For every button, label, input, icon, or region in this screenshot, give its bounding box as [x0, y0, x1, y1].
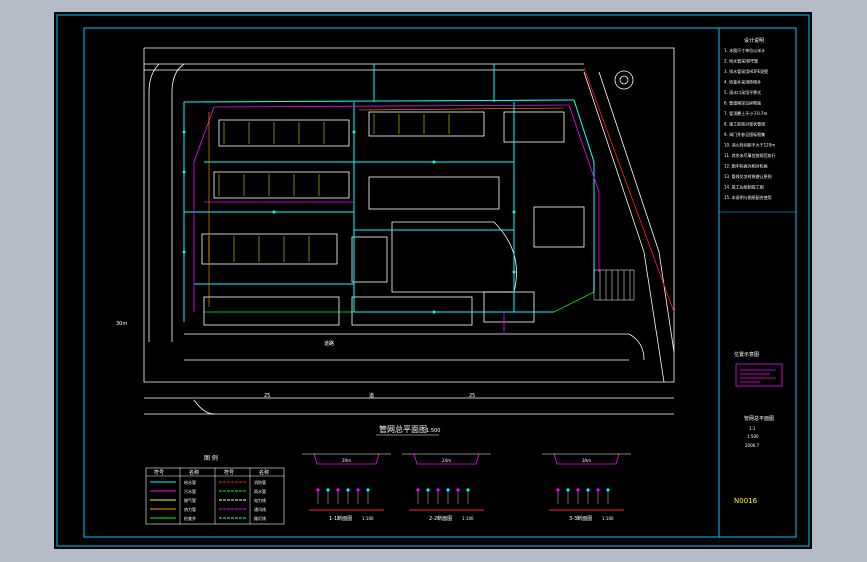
section-scale: 1:100: [362, 516, 374, 521]
legend-name: 路灯线: [254, 515, 266, 521]
legend-name: 燃气管: [184, 497, 196, 503]
legend-name: 雨水管: [254, 488, 266, 494]
outer-frame: [56, 14, 810, 547]
boundary-line: [583, 67, 675, 313]
legend-rows: 给水管 消防管污水管 雨水管燃气管 电力线热力管 通讯线检查井 路灯线: [150, 479, 266, 521]
road-label-3: 25: [264, 393, 270, 399]
road-label-1: 30m: [116, 321, 127, 327]
legend-header: 符号: [224, 469, 234, 476]
note-line: 13. 管线交叉时按避让原则: [724, 173, 772, 179]
legend-name: 检查井: [184, 515, 196, 521]
inner-frame: [83, 27, 797, 538]
pipe-marker: [466, 488, 470, 492]
note-line: 5. 雨水口采用平箅式: [724, 89, 761, 95]
pipe-marker: [366, 488, 370, 492]
note-line: 15. 本说明与图纸配合使用: [724, 194, 772, 200]
pipe-marker: [436, 488, 440, 492]
note-line: 4. 检查井采用砖砌井: [724, 79, 761, 85]
parking-lot: [593, 269, 635, 301]
gas-network: [208, 107, 565, 307]
note-line: 1. 本图尺寸单位以米计: [724, 47, 765, 53]
drawing-sheet: 30m 道路 25 道 25 管网总平面图 1:500 图 例 符号 名称 符号…: [54, 12, 812, 549]
note-line: 14. 竣工后绘制竣工图: [724, 184, 764, 190]
water-network: [183, 64, 595, 322]
section-scale: 1:100: [462, 516, 474, 521]
pipe-marker: [456, 488, 460, 492]
key-plan: [735, 363, 783, 387]
note-line: 9. 阀门井参见国标图集: [724, 131, 765, 137]
site-plan: 30m 道路 25 道 25 管网总平面图 1:500: [116, 47, 675, 436]
note-line: 12. 图中标高为相对标高: [724, 163, 768, 169]
title-block: 设计说明 1. 本图尺寸单位以米计 2. 给水管采用PE管 3. 排水管采用HDPE…: [719, 37, 796, 505]
section-width: 30m: [582, 458, 591, 463]
cad-drawing: 30m 道路 25 道 25 管网总平面图 1:500 图 例 符号 名称 符号…: [56, 14, 810, 547]
cross-section: 30m 3-3断面图 1:100: [542, 453, 631, 522]
central-plaza: [391, 221, 517, 293]
pipe-marker: [336, 488, 340, 492]
pipe-marker: [586, 488, 590, 492]
note-line: 6. 管道埋深见纵断面: [724, 100, 761, 106]
info-line-2: 1:1: [749, 426, 756, 431]
section-width: 24m: [442, 458, 451, 463]
section-width: 20m: [342, 458, 351, 463]
note-line: 7. 管顶覆土不小于0.7m: [724, 110, 767, 116]
legend-name: 电力线: [254, 497, 266, 503]
note-line: 11. 其余未尽事宜按规范执行: [724, 152, 776, 158]
legend: 图 例 符号 名称 符号 名称 给水管 消防管污水管 雨水管燃气管 电力线热力管 通讯线…: [145, 454, 285, 525]
plan-title: 管网总平面图: [379, 424, 427, 434]
pipe-marker: [416, 488, 420, 492]
plan-scale: 1:500: [426, 428, 440, 434]
note-line: 8. 施工前核对现状管线: [724, 121, 765, 127]
pipe-marker: [556, 488, 560, 492]
note-line: 2. 给水管采用PE管: [724, 58, 758, 64]
section-title: 1-1断面图: [329, 515, 352, 522]
cross-section: 24m 2-2断面图 1:100: [402, 453, 491, 522]
info-line-4: 2006.7: [745, 443, 759, 448]
note-line: 3. 排水管采用HDPE双壁: [724, 68, 768, 74]
notes-heading: 设计说明: [744, 37, 764, 44]
road-label-4: 道: [369, 392, 374, 399]
legend-name: 给水管: [184, 479, 196, 485]
pipe-marker: [446, 488, 450, 492]
pipe-marker: [326, 488, 330, 492]
road-label-2: 道路: [324, 340, 334, 347]
legend-name: 通讯线: [254, 506, 266, 512]
design-notes: 1. 本图尺寸单位以米计 2. 给水管采用PE管 3. 排水管采用HDPE双壁 4. …: [724, 47, 776, 200]
pipe-marker: [596, 488, 600, 492]
legend-name: 热力管: [184, 506, 196, 512]
pipe-marker: [606, 488, 610, 492]
pipe-marker: [346, 488, 350, 492]
legend-heading: 图 例: [204, 454, 218, 462]
buildings: [201, 111, 585, 326]
pipe-marker: [426, 488, 430, 492]
legend-header: 名称: [189, 469, 199, 476]
note-line: 10. 消火栓间距不大于120m: [724, 142, 775, 148]
legend-name: 污水管: [184, 488, 196, 494]
drawing-number: N0016: [734, 497, 758, 505]
pipe-marker: [316, 488, 320, 492]
cross-section: 20m 1-1断面图 1:100: [302, 453, 391, 522]
section-title: 2-2断面图: [429, 515, 452, 522]
key-plan-label: 位置示意图: [734, 351, 759, 358]
sewer-network: [193, 104, 600, 332]
pipe-marker: [356, 488, 360, 492]
legend-header: 名称: [259, 469, 269, 476]
info-line-1: 管网总平面图: [744, 415, 774, 422]
cross-sections: 20m 1-1断面图 1:100 24m 2-2断面图 1:100 30m 3-3断面图 1:1…: [302, 453, 631, 522]
legend-header: 符号: [154, 469, 164, 476]
road-label-5: 25: [469, 393, 475, 399]
pipe-marker: [576, 488, 580, 492]
pipe-marker: [566, 488, 570, 492]
info-line-3: 1:500: [747, 434, 759, 439]
legend-name: 消防管: [254, 479, 266, 485]
section-scale: 1:100: [602, 516, 614, 521]
section-title: 3-3断面图: [569, 515, 592, 522]
